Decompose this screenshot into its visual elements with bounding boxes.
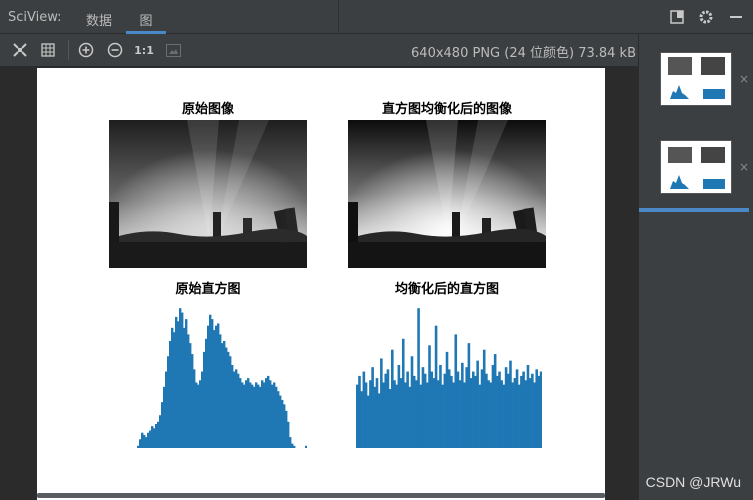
top-tab-bar: SciView: 数据 图 <box>0 0 753 34</box>
thumbnail-2[interactable] <box>660 140 732 194</box>
original-image-title: 原始图像 <box>181 102 234 117</box>
equalized-image <box>348 120 546 268</box>
gear-icon[interactable] <box>697 8 715 26</box>
original-hist-title: 原始直方图 <box>175 282 241 297</box>
equalized-image-title: 直方图均衡化后的图像 <box>381 102 512 117</box>
background-icon[interactable] <box>164 41 182 59</box>
histogram-bar <box>539 371 542 448</box>
histogram-bar <box>293 445 296 448</box>
original-image <box>109 120 307 268</box>
divider <box>338 0 339 34</box>
fit-window-icon[interactable] <box>11 41 29 59</box>
equalized-hist-title: 均衡化后的直方图 <box>394 282 499 297</box>
grid-icon[interactable] <box>39 41 57 59</box>
horizontal-scrollbar[interactable] <box>37 493 605 498</box>
zoom-in-icon[interactable] <box>77 41 95 59</box>
histogram-bar <box>305 445 307 448</box>
equalized-histogram <box>356 308 542 448</box>
thumbnail-1[interactable] <box>660 52 732 106</box>
thumbnail-panel: × × <box>638 34 753 500</box>
close-icon[interactable]: × <box>739 72 749 86</box>
image-canvas[interactable]: 原始图像 直方图均衡化后的图像 原始直方图 均衡化后的直方图 <box>0 66 638 500</box>
original-histogram <box>137 308 307 448</box>
layout-icon[interactable] <box>668 8 686 26</box>
selection-indicator <box>639 208 749 212</box>
close-icon[interactable]: × <box>739 160 749 174</box>
image-info: 640x480 PNG (24 位颜色) 73.84 kB <box>411 46 636 61</box>
tab-image-label: 图 <box>139 14 153 29</box>
app-title: SciView: <box>8 10 62 25</box>
watermark: CSDN @JRWu <box>645 474 741 490</box>
minimize-icon[interactable] <box>727 8 745 26</box>
actual-size-icon[interactable]: 1:1 <box>134 41 154 59</box>
tab-data[interactable]: 数据 <box>86 10 112 34</box>
toolbar-divider <box>68 40 69 60</box>
figure: 原始图像 直方图均衡化后的图像 原始直方图 均衡化后的直方图 <box>37 68 605 500</box>
image-toolbar: 1:1 640x480 PNG (24 位颜色) 73.84 kB <box>0 34 638 66</box>
tab-image[interactable]: 图 <box>126 10 166 34</box>
zoom-out-icon[interactable] <box>106 41 124 59</box>
